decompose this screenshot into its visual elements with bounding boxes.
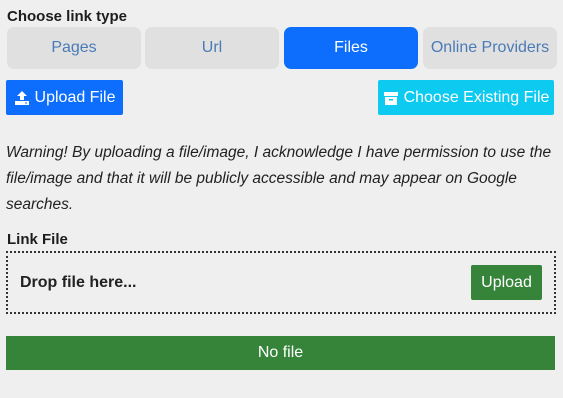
link-file-label: Link File — [7, 231, 68, 248]
upload-file-label: Upload File — [34, 88, 116, 106]
link-type-tabs: Pages Url Files Online Providers — [7, 27, 557, 69]
tab-files[interactable]: Files — [284, 27, 418, 69]
tab-online-providers[interactable]: Online Providers — [423, 27, 557, 69]
tab-url[interactable]: Url — [145, 27, 279, 69]
choose-link-type-heading: Choose link type — [7, 8, 128, 25]
file-dropzone[interactable]: Drop file here... Upload — [6, 251, 556, 314]
drop-file-text: Drop file here... — [20, 274, 137, 291]
dropzone-upload-button[interactable]: Upload — [471, 265, 542, 300]
upload-file-button[interactable]: Upload File — [6, 80, 123, 115]
upload-warning-text: Warning! By uploading a file/image, I ac… — [6, 144, 552, 213]
tab-pages[interactable]: Pages — [7, 27, 141, 69]
choose-existing-file-label: Choose Existing File — [403, 88, 550, 106]
upload-icon — [14, 90, 30, 106]
file-status-bar: No file — [6, 336, 555, 370]
choose-existing-file-button[interactable]: Choose Existing File — [378, 80, 554, 115]
archive-box-icon — [383, 90, 399, 106]
